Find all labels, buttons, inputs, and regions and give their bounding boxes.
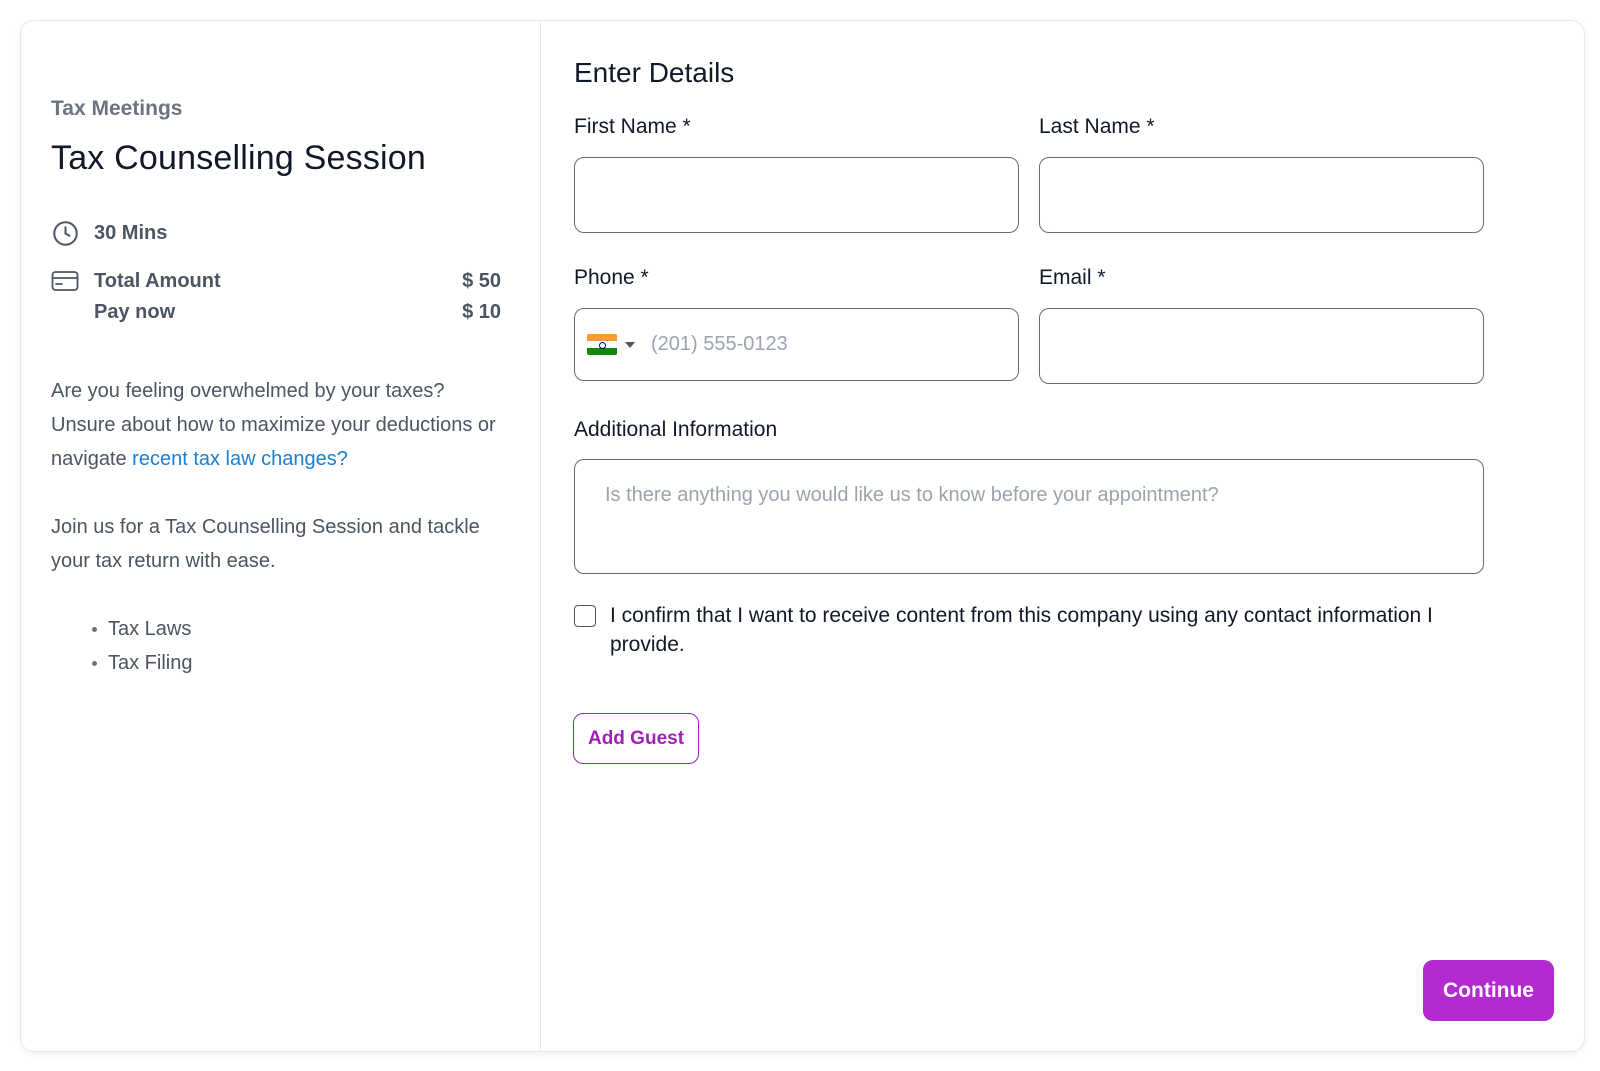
duration-text: 30 Mins [94,221,168,244]
chevron-down-icon [625,341,635,348]
clock-icon [51,219,79,247]
country-code-selector[interactable] [587,334,635,355]
booking-card: Tax Meetings Tax Counselling Session 30 … [20,20,1585,1052]
consent-row: I confirm that I want to receive content… [574,601,1484,659]
total-amount-label: Total Amount [94,269,221,292]
email-input[interactable] [1039,308,1484,384]
phone-input[interactable] [649,309,1018,380]
continue-button[interactable]: Continue [1423,960,1554,1021]
description-paragraph-1: Are you feeling overwhelmed by your taxe… [51,374,501,476]
india-flag-icon [587,334,617,355]
event-title: Tax Counselling Session [51,139,427,177]
details-form-panel: Enter Details First Name * Last Name * P… [542,21,1584,1051]
topics-list: Tax Laws Tax Filing [51,612,501,680]
event-summary-panel: Tax Meetings Tax Counselling Session 30 … [21,21,541,1051]
email-label: Email * [1039,266,1106,289]
add-guest-button[interactable]: Add Guest [573,713,699,764]
first-name-input[interactable] [574,157,1019,233]
form-title: Enter Details [574,57,735,88]
consent-text: I confirm that I want to receive content… [610,604,1433,656]
pay-now-label: Pay now [94,301,176,323]
tax-law-changes-link[interactable]: recent tax law changes? [132,448,348,470]
pay-now-value: $ 10 [462,301,501,323]
phone-field [574,308,1019,381]
credit-card-icon [51,267,79,295]
event-category: Tax Meetings [51,97,183,120]
duration-row: 30 Mins [51,219,167,247]
first-name-label: First Name * [574,115,691,138]
pay-now-row: Pay now $ 10 [94,301,501,324]
list-item: Tax Filing [92,646,501,680]
additional-info-label: Additional Information [574,418,778,441]
additional-info-textarea[interactable] [574,459,1484,574]
phone-label: Phone * [574,266,649,289]
total-amount-row: Total Amount $ 50 [51,267,501,295]
list-item: Tax Laws [92,612,501,646]
description-paragraph-2: Join us for a Tax Counselling Session an… [51,516,480,572]
last-name-input[interactable] [1039,157,1484,233]
event-description: Are you feeling overwhelmed by your taxe… [51,374,501,680]
total-amount-value: $ 50 [462,269,501,292]
consent-checkbox[interactable] [574,605,596,627]
last-name-label: Last Name * [1039,115,1155,138]
